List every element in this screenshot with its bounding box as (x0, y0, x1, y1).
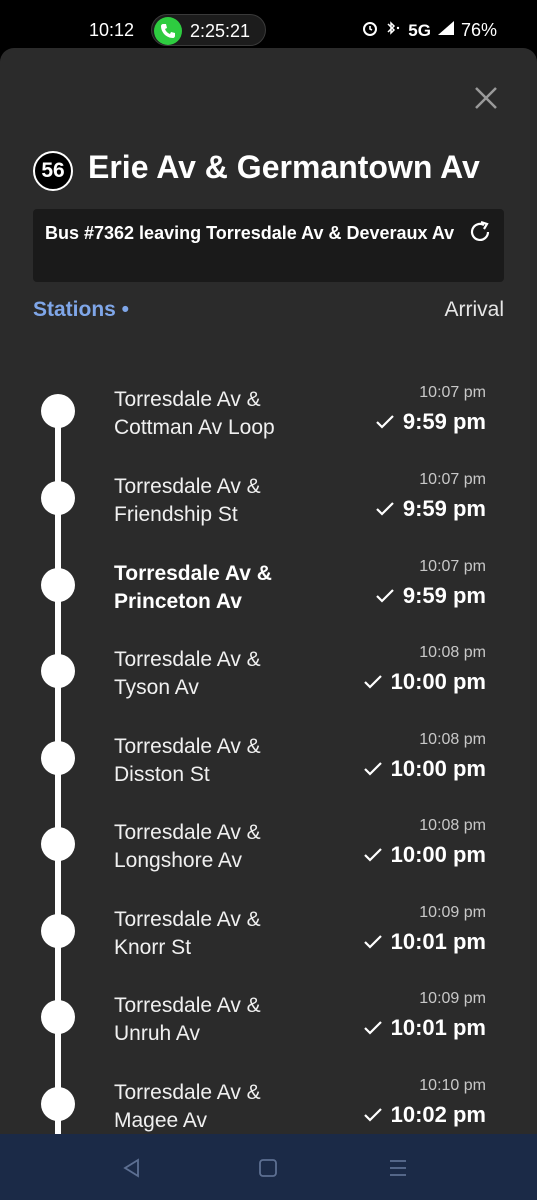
scheduled-time: 10:08 pm (419, 644, 486, 661)
check-icon (363, 848, 382, 862)
stop-name: Torresdale Av & Cottman Av Loop (114, 388, 275, 439)
list-item[interactable]: Torresdale Av & Cottman Av Loop 10:07 pm … (0, 384, 537, 473)
ongoing-call-chip[interactable]: 2:25:21 (151, 14, 266, 46)
status-bar: 10:12 2:25:21 5G 76% (0, 0, 537, 48)
refresh-icon[interactable] (467, 219, 493, 245)
stop-marker (41, 568, 75, 602)
actual-time: 10:01 pm (363, 929, 486, 955)
stop-name: Torresdale Av & Friendship St (114, 475, 261, 526)
list-item[interactable]: Torresdale Av & Unruh Av 10:09 pm 10:01 p… (0, 990, 537, 1079)
network-type: 5G (408, 20, 431, 40)
alarm-icon (362, 20, 378, 41)
tab-arrival[interactable]: Arrival (444, 298, 504, 322)
scheduled-time: 10:09 pm (419, 990, 486, 1007)
system-nav-bar (0, 1134, 537, 1200)
bluetooth-icon (384, 20, 402, 41)
stop-title: Erie Av & Germantown Av (88, 149, 480, 185)
stop-name: Torresdale Av & Magee Av (114, 1081, 261, 1132)
stop-name: Torresdale Av & Unruh Av (114, 994, 261, 1045)
check-icon (376, 415, 394, 429)
check-icon (363, 762, 382, 776)
stop-marker (41, 481, 75, 515)
stop-marker (41, 741, 75, 775)
check-icon (363, 935, 382, 949)
bus-status-text: Bus #7362 leaving Torresdale Av & Devera… (45, 223, 455, 243)
stop-marker (41, 654, 75, 688)
check-icon (363, 1021, 382, 1035)
phone-icon (154, 17, 182, 45)
scheduled-time: 10:08 pm (419, 817, 486, 834)
list-item[interactable]: Torresdale Av & Longshore Av 10:08 pm 10:… (0, 817, 537, 906)
stop-marker (41, 1000, 75, 1034)
tab-stations[interactable]: Stations • (33, 298, 129, 322)
check-icon (363, 1108, 382, 1122)
stop-name: Torresdale Av & Disston St (114, 735, 261, 786)
list-item[interactable]: Torresdale Av & Tyson Av 10:08 pm 10:00 p… (0, 644, 537, 733)
stop-name: Torresdale Av & Longshore Av (114, 821, 261, 872)
call-timer: 2:25:21 (190, 21, 251, 41)
actual-time: 10:02 pm (363, 1102, 486, 1128)
stop-details-sheet: 56 Erie Av & Germantown Av Bus #7362 lea… (0, 48, 537, 1148)
check-icon (376, 502, 394, 516)
bus-status-banner: Bus #7362 leaving Torresdale Av & Devera… (33, 209, 504, 282)
list-item[interactable]: Torresdale Av & Friendship St 10:07 pm 9:… (0, 471, 537, 560)
actual-time: 10:00 pm (363, 669, 486, 695)
triangle-back-icon[interactable] (120, 1156, 144, 1180)
scheduled-time: 10:07 pm (419, 558, 486, 575)
stop-marker (41, 1087, 75, 1121)
actual-time: 9:59 pm (375, 409, 486, 435)
signal-icon (437, 20, 455, 41)
scheduled-time: 10:08 pm (419, 731, 486, 748)
status-icons: 5G 76% (362, 20, 497, 41)
scheduled-time: 10:10 pm (419, 1077, 486, 1094)
status-time: 10:12 (89, 20, 135, 40)
actual-time: 9:59 pm (375, 496, 486, 522)
check-icon (363, 675, 382, 689)
list-item[interactable]: Torresdale Av & Knorr St 10:09 pm 10:01 p… (0, 904, 537, 993)
stop-marker (41, 827, 75, 861)
list-item[interactable]: Torresdale Av & Princeton Av 10:07 pm 9:5… (0, 558, 537, 647)
actual-time: 9:59 pm (375, 583, 486, 609)
menu-lines-icon[interactable] (386, 1156, 410, 1180)
scheduled-time: 10:09 pm (419, 904, 486, 921)
square-home-icon[interactable] (256, 1156, 280, 1180)
stop-name-current: Torresdale Av & Princeton Av (114, 562, 272, 613)
actual-time: 10:00 pm (363, 842, 486, 868)
close-icon[interactable] (472, 84, 500, 112)
scheduled-time: 10:07 pm (419, 471, 486, 488)
actual-time: 10:01 pm (363, 1015, 486, 1041)
battery-level: 76% (460, 20, 497, 40)
actual-time: 10:00 pm (363, 756, 486, 782)
scheduled-time: 10:07 pm (419, 384, 486, 401)
stop-name: Torresdale Av & Knorr St (114, 908, 261, 959)
list-item[interactable]: Torresdale Av & Disston St 10:08 pm 10:00… (0, 731, 537, 820)
stop-name: Torresdale Av & Tyson Av (114, 648, 261, 699)
check-icon (376, 589, 394, 603)
stop-marker (41, 394, 75, 428)
stop-marker (41, 914, 75, 948)
route-badge: 56 (33, 151, 73, 191)
